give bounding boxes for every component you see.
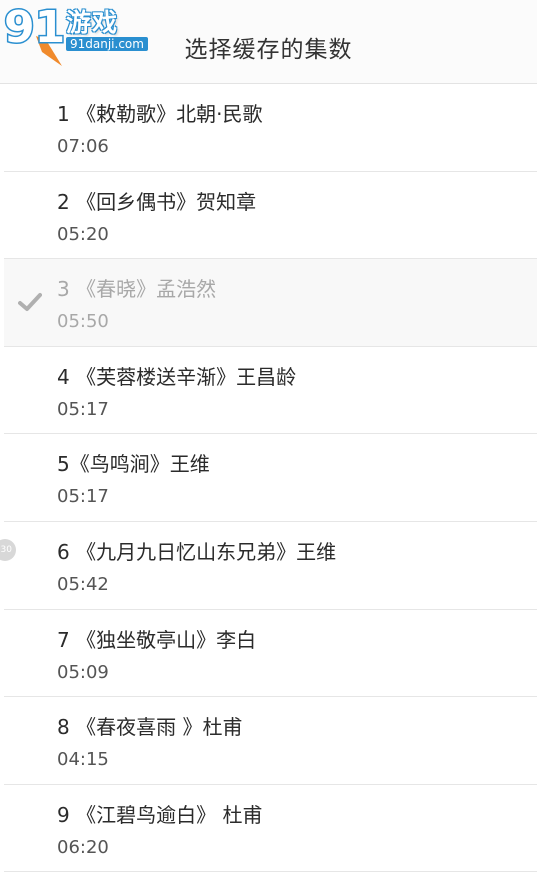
side-bubble-icon[interactable]: 30 (0, 538, 16, 561)
episode-item-2[interactable]: 2 《回乡偶书》贺知章 05:20 (4, 171, 537, 260)
episode-item-1[interactable]: 1 《敕勒歌》北朝·民歌 07:06 (4, 84, 537, 172)
episode-title: 3 《春晓》孟浩然 (57, 277, 217, 302)
top-bar: 91 游戏 91danji.com 选择缓存的集数 (0, 0, 537, 84)
episode-title: 5《鸟鸣涧》王维 (57, 452, 210, 477)
episode-item-6[interactable]: 30 6 《九月九日忆山东兄弟》王维 05:42 (0, 521, 537, 610)
page-title: 选择缓存的集数 (184, 37, 353, 63)
episode-duration: 06:20 (57, 836, 109, 858)
episode-duration: 04:15 (57, 749, 109, 771)
episode-duration: 05:09 (57, 661, 109, 683)
episode-duration: 05:50 (57, 311, 109, 333)
episode-duration: 07:06 (57, 136, 109, 157)
episode-title: 7 《独坐敬亭山》李白 (57, 627, 257, 652)
episode-item-4[interactable]: 4 《芙蓉楼送辛渐》王昌龄 05:17 (4, 346, 537, 435)
episode-item-8[interactable]: 8 《春夜喜雨 》杜甫 04:15 (4, 697, 537, 785)
episode-title: 1 《敕勒歌》北朝·民歌 (57, 102, 263, 126)
check-icon (18, 293, 42, 312)
episode-duration: 05:42 (57, 573, 109, 595)
episode-item-3[interactable]: 3 《春晓》孟浩然 05:50 (4, 259, 537, 347)
episode-item-9[interactable]: 9 《江碧鸟逾白》 杜甫 06:20 (4, 784, 537, 873)
episode-title: 2 《回乡偶书》贺知章 (57, 189, 257, 214)
episode-list: 1 《敕勒歌》北朝·民歌 07:06 2 《回乡偶书》贺知章 05:20 3 《… (0, 84, 537, 873)
episode-title: 8 《春夜喜雨 》杜甫 (57, 715, 243, 740)
episode-duration: 05:17 (57, 398, 109, 420)
episode-title: 6 《九月九日忆山东兄弟》王维 (57, 539, 337, 564)
episode-title: 4 《芙蓉楼送辛渐》王昌龄 (57, 364, 297, 389)
episode-item-7[interactable]: 7 《独坐敬亭山》李白 05:09 (4, 609, 537, 698)
episode-duration: 05:20 (57, 223, 109, 245)
episode-item-5[interactable]: 5《鸟鸣涧》王维 05:17 (4, 434, 537, 522)
episode-duration: 05:17 (57, 486, 109, 508)
episode-title: 9 《江碧鸟逾白》 杜甫 (57, 802, 263, 827)
